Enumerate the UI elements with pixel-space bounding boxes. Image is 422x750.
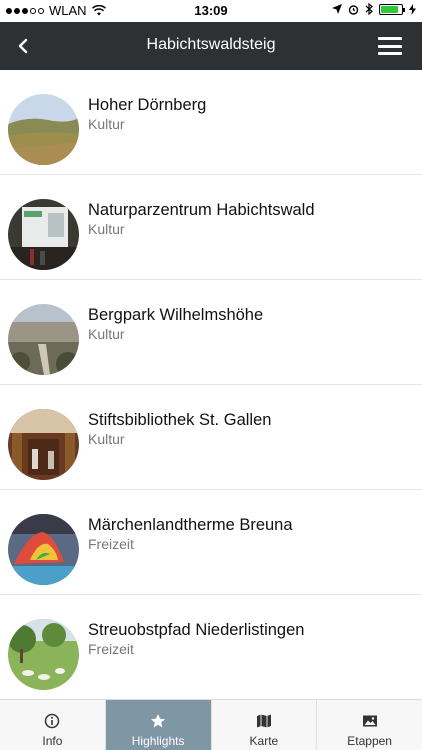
star-icon <box>151 714 166 728</box>
bluetooth-icon <box>365 3 373 15</box>
item-category: Kultur <box>88 431 125 447</box>
charging-icon <box>409 3 416 15</box>
list-item[interactable]: Streuobstpfad Niederlistingen Freizeit <box>0 595 422 699</box>
page-title: Habichtswaldsteig <box>146 36 276 53</box>
list-item[interactable]: Naturparzentrum Habichtswald Kultur <box>0 175 422 280</box>
tab-label: Etappen <box>347 734 392 748</box>
battery-icon <box>379 3 405 15</box>
location-arrow-icon <box>332 4 342 14</box>
tab-bar: Info Highlights Karte Etappen <box>0 699 422 750</box>
item-thumbnail <box>8 619 79 690</box>
map-icon <box>256 714 271 728</box>
tab-karte[interactable]: Karte <box>210 700 317 750</box>
list-item[interactable]: Stiftsbibliothek St. Gallen Kultur <box>0 385 422 490</box>
tab-highlights[interactable]: Highlights <box>104 700 211 750</box>
tab-label: Highlights <box>131 734 185 748</box>
item-title: Hoher Dörnberg <box>88 96 207 114</box>
tab-label: Info <box>42 734 63 748</box>
item-title: Naturparzentrum Habichtswald <box>88 201 315 219</box>
tab-etappen[interactable]: Etappen <box>316 700 422 750</box>
status-bar: WLAN 13:09 <box>0 0 422 22</box>
highlights-list: Hoher Dörnberg Kultur Naturparzentrum Ha… <box>0 70 422 699</box>
item-thumbnail <box>8 409 79 480</box>
item-thumbnail <box>8 199 79 270</box>
navigation-bar: Habichtswaldsteig <box>0 22 422 70</box>
alarm-icon <box>348 4 359 15</box>
status-right <box>332 3 416 15</box>
hamburger-icon <box>378 37 402 55</box>
item-title: Märchenlandtherme Breuna <box>88 516 293 534</box>
item-category: Kultur <box>88 116 125 132</box>
item-category: Freizeit <box>88 536 134 552</box>
item-category: Kultur <box>88 221 125 237</box>
tab-label: Karte <box>249 734 279 748</box>
item-thumbnail <box>8 304 79 375</box>
item-title: Stiftsbibliothek St. Gallen <box>88 411 272 429</box>
item-title: Streuobstpfad Niederlistingen <box>88 621 305 639</box>
menu-button[interactable] <box>378 37 402 55</box>
list-item[interactable]: Hoher Dörnberg Kultur <box>0 70 422 175</box>
info-icon <box>45 713 60 729</box>
list-item[interactable]: Bergpark Wilhelmshöhe Kultur <box>0 280 422 385</box>
list-item[interactable]: Märchenlandtherme Breuna Freizeit <box>0 490 422 595</box>
image-icon <box>362 715 377 727</box>
item-category: Kultur <box>88 326 125 342</box>
item-title: Bergpark Wilhelmshöhe <box>88 306 264 324</box>
item-thumbnail <box>8 514 79 585</box>
tab-info[interactable]: Info <box>0 700 105 750</box>
item-category: Freizeit <box>88 641 134 657</box>
item-thumbnail <box>8 94 79 165</box>
